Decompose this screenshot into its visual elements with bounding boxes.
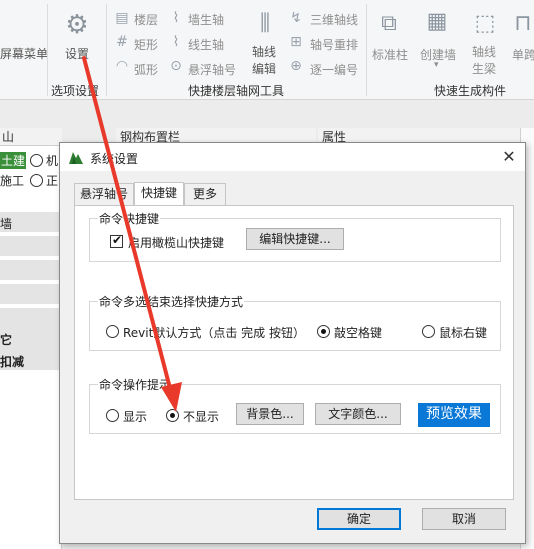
list-item-label: 它 xyxy=(0,333,13,347)
settings-button[interactable]: 设置 xyxy=(65,45,89,62)
list-item[interactable]: 它 xyxy=(0,328,61,348)
group-axis-label: 快捷楼层轴网工具 xyxy=(188,84,285,98)
line-axis-button[interactable]: 线生轴 xyxy=(188,36,224,53)
ok-button[interactable]: 确定 xyxy=(317,508,401,530)
right-click-label: 鼠标右键 xyxy=(439,326,488,340)
dialog-title: 系统设置 xyxy=(90,152,139,166)
enable-shortcut-checkbox[interactable]: ✔ xyxy=(110,233,123,248)
single-span-icon: ⊓ xyxy=(514,10,532,36)
list-item-label: 土建 xyxy=(0,152,27,169)
gear-icon: ⚙ xyxy=(65,10,89,40)
column-icon: ⧉ xyxy=(381,10,397,36)
revit-default-label: Revit默认方式（点击 完成 按钮） xyxy=(123,326,305,340)
list-item[interactable]: 扣减 xyxy=(0,350,61,370)
tab-panel: 命令快捷键 ✔ 启用橄榄山快捷键 编辑快捷键... 命令多选结束选择快捷方式 R… xyxy=(74,205,514,500)
floating-axis-button[interactable]: 悬浮轴号 xyxy=(188,61,236,78)
command-hint-group: 命令操作提示 显示 不显示 背景色... 文字颜色... 预览效果 xyxy=(89,376,501,434)
text-color-button[interactable]: 文字颜色... xyxy=(315,403,401,425)
title-bar[interactable]: 系统设置 ✕ xyxy=(60,143,525,171)
space-key-label: 敲空格键 xyxy=(334,326,383,340)
close-button[interactable]: ✕ xyxy=(499,147,519,167)
3d-axis-icon: ↯ xyxy=(290,10,302,26)
group-legend: 命令快捷键 xyxy=(98,210,161,227)
wall-axis-icon: ⌇ xyxy=(172,10,180,26)
renumber-icon: ⊞ xyxy=(290,34,302,50)
3d-axis-button[interactable]: 三维轴线 xyxy=(310,11,358,28)
rect-button[interactable]: 矩形 xyxy=(134,36,158,53)
tab-floating-axis[interactable]: 悬浮轴号 xyxy=(74,183,134,205)
floor-icon: ▤ xyxy=(115,10,129,26)
standard-column-button[interactable]: 标准柱 xyxy=(372,46,408,63)
group-legend: 命令操作提示 xyxy=(98,376,173,393)
list-item[interactable]: 施工 正 xyxy=(0,170,61,190)
hide-label: 不显示 xyxy=(183,410,220,424)
list-item-label: 扣减 xyxy=(0,355,25,369)
show-label: 显示 xyxy=(123,410,148,424)
list-item[interactable] xyxy=(0,284,61,304)
radio-show[interactable] xyxy=(106,409,119,422)
list-item[interactable] xyxy=(0,308,61,328)
floor-button[interactable]: 楼层 xyxy=(134,11,158,28)
screen-menu-button[interactable]: 屏幕菜单 xyxy=(0,45,48,62)
list-item-label: 机 xyxy=(46,154,59,168)
ribbon-separator xyxy=(47,4,48,96)
radio-button[interactable] xyxy=(30,154,43,167)
wall-icon: ▦ xyxy=(426,8,448,34)
radio-button[interactable] xyxy=(30,174,43,187)
group-options-label: 选项设置 xyxy=(51,84,100,98)
enable-shortcut-label: 启用橄榄山快捷键 xyxy=(128,236,225,250)
ribbon-separator xyxy=(106,4,107,96)
group-legend: 命令多选结束选择快捷方式 xyxy=(98,293,245,310)
ribbon: 屏幕菜单 ⚙ 设置 选项设置 ▤ 楼层 # 矩形 ◠ 弧形 ⌇ 墙生轴 ⌇ 线生… xyxy=(0,0,534,100)
axis-beam-button[interactable]: 轴线生梁 xyxy=(472,44,498,78)
rect-grid-icon: # xyxy=(116,34,128,50)
arc-button[interactable]: 弧形 xyxy=(134,61,158,78)
radio-right-click[interactable] xyxy=(422,325,435,338)
single-span-button[interactable]: 单跨 xyxy=(512,46,534,63)
list-item[interactable] xyxy=(0,260,61,280)
system-settings-dialog: 系统设置 ✕ 悬浮轴号 快捷键 更多 命令快捷键 ✔ 启用橄榄山快捷键 编辑快捷… xyxy=(59,142,526,544)
tab-more[interactable]: 更多 xyxy=(184,183,226,205)
app-logo-icon xyxy=(69,152,83,164)
sequential-number-button[interactable]: 逐一编号 xyxy=(310,61,358,78)
ribbon-separator xyxy=(366,4,367,96)
arc-grid-icon: ◠ xyxy=(115,58,129,74)
list-item-label: 正 xyxy=(46,174,59,188)
tab-shortcuts[interactable]: 快捷键 xyxy=(134,182,184,205)
line-axis-icon: ⌇ xyxy=(172,34,180,50)
axis-edit-button[interactable]: 轴线编辑 xyxy=(252,44,280,78)
list-item[interactable]: 墙 xyxy=(0,212,61,232)
preview-box: 预览效果 xyxy=(418,403,490,427)
list-item-label: 墙 xyxy=(0,217,13,231)
background-color-button[interactable]: 背景色... xyxy=(236,403,304,425)
left-panel-header: 山 xyxy=(0,128,62,146)
cancel-button[interactable]: 取消 xyxy=(422,508,506,530)
check-icon: ✔ xyxy=(112,233,123,247)
edit-shortcut-button[interactable]: 编辑快捷键... xyxy=(246,228,344,250)
multiselect-finish-group: 命令多选结束选择快捷方式 Revit默认方式（点击 完成 按钮） 敲空格键 鼠标… xyxy=(89,293,501,351)
radio-hide[interactable] xyxy=(166,409,179,422)
axis-edit-icon: ⫼ xyxy=(259,10,271,36)
command-shortcut-group: 命令快捷键 ✔ 启用橄榄山快捷键 编辑快捷键... xyxy=(89,210,501,262)
axis-beam-icon: ⬚ xyxy=(474,10,496,36)
sequential-number-icon: ⊕ xyxy=(290,58,302,74)
list-item[interactable]: 土建 机 xyxy=(0,150,61,170)
list-item-label: 施工 xyxy=(0,174,25,188)
chevron-down-icon[interactable]: ▾ xyxy=(434,60,439,70)
left-panel: 土建 机 施工 正 墙 它 扣减 xyxy=(0,146,62,549)
renumber-button[interactable]: 轴号重排 xyxy=(310,36,358,53)
radio-revit-default[interactable] xyxy=(106,325,119,338)
radio-space-key[interactable] xyxy=(317,325,330,338)
wall-axis-button[interactable]: 墙生轴 xyxy=(188,11,224,28)
group-gen-label: 快速生成构件 xyxy=(434,84,507,98)
floating-axis-icon: ⊙ xyxy=(170,58,182,74)
list-item[interactable] xyxy=(0,236,61,256)
